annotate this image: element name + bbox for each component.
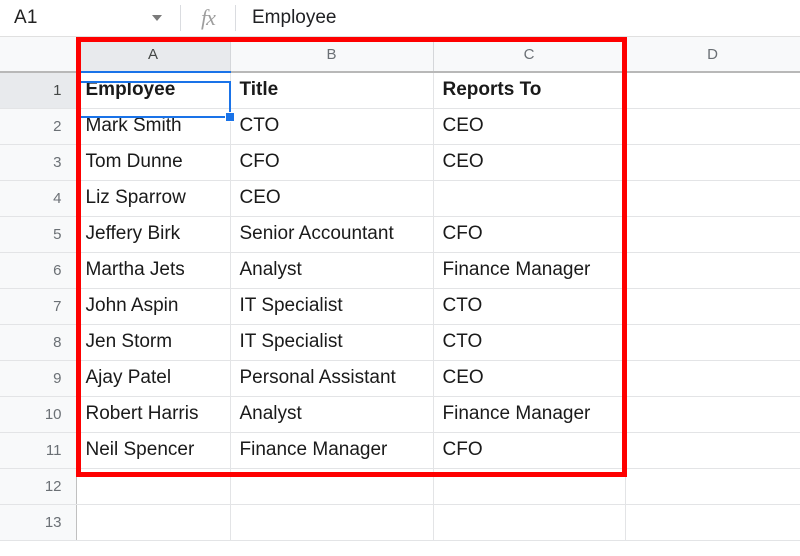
cell-b6[interactable]: Analyst	[230, 252, 434, 289]
cell-a11[interactable]: Neil Spencer	[76, 432, 231, 469]
cell-b4[interactable]: CEO	[230, 180, 434, 217]
cell-d7[interactable]	[625, 288, 800, 325]
grid-body: 1 Employee Title Reports To 2 Mark Smith…	[0, 72, 800, 541]
column-header-row: A B C D	[0, 37, 800, 73]
cell-c13[interactable]	[433, 504, 626, 541]
table-row: 11 Neil Spencer Finance Manager CFO	[0, 432, 800, 469]
spreadsheet-grid[interactable]: A B C D 1 Employee Title Reports To 2 Ma…	[0, 37, 800, 556]
chevron-down-icon[interactable]	[152, 15, 162, 21]
cell-c7[interactable]: CTO	[433, 288, 626, 325]
table-row: 1 Employee Title Reports To	[0, 72, 800, 109]
cell-c5[interactable]: CFO	[433, 216, 626, 253]
cell-a3[interactable]: Tom Dunne	[76, 144, 231, 181]
cell-b5[interactable]: Senior Accountant	[230, 216, 434, 253]
row-header-9[interactable]: 9	[0, 360, 77, 397]
fx-icon[interactable]: fx	[181, 0, 235, 37]
table-row: 4 Liz Sparrow CEO	[0, 180, 800, 217]
spreadsheet-app: A1 fx Employee A B C D 1 Employee Title …	[0, 0, 800, 556]
cell-b13[interactable]	[230, 504, 434, 541]
cell-a2[interactable]: Mark Smith	[76, 108, 231, 145]
cell-a9[interactable]: Ajay Patel	[76, 360, 231, 397]
cell-b1[interactable]: Title	[230, 72, 434, 109]
row-header-10[interactable]: 10	[0, 396, 77, 433]
table-row: 7 John Aspin IT Specialist CTO	[0, 288, 800, 325]
grid-table: A B C D 1 Employee Title Reports To 2 Ma…	[0, 37, 800, 541]
cell-c2[interactable]: CEO	[433, 108, 626, 145]
row-header-8[interactable]: 8	[0, 324, 77, 361]
cell-d1[interactable]	[625, 72, 800, 109]
table-row: 12	[0, 468, 800, 505]
cell-a1[interactable]: Employee	[76, 72, 231, 109]
row-header-6[interactable]: 6	[0, 252, 77, 289]
cell-a8[interactable]: Jen Storm	[76, 324, 231, 361]
cell-d4[interactable]	[625, 180, 800, 217]
table-row: 3 Tom Dunne CFO CEO	[0, 144, 800, 181]
cell-d12[interactable]	[625, 468, 800, 505]
cell-a5[interactable]: Jeffery Birk	[76, 216, 231, 253]
cell-b2[interactable]: CTO	[230, 108, 434, 145]
cell-a4[interactable]: Liz Sparrow	[76, 180, 231, 217]
row-header-1[interactable]: 1	[0, 72, 77, 109]
column-header-c[interactable]: C	[433, 37, 626, 73]
cell-c12[interactable]	[433, 468, 626, 505]
cell-b11[interactable]: Finance Manager	[230, 432, 434, 469]
row-header-12[interactable]: 12	[0, 468, 77, 505]
cell-b3[interactable]: CFO	[230, 144, 434, 181]
row-header-4[interactable]: 4	[0, 180, 77, 217]
cell-d9[interactable]	[625, 360, 800, 397]
table-row: 13	[0, 504, 800, 541]
column-header-b[interactable]: B	[230, 37, 434, 73]
cell-c6[interactable]: Finance Manager	[433, 252, 626, 289]
row-header-2[interactable]: 2	[0, 108, 77, 145]
cell-d11[interactable]	[625, 432, 800, 469]
cell-d10[interactable]	[625, 396, 800, 433]
row-header-5[interactable]: 5	[0, 216, 77, 253]
formula-bar: A1 fx Employee	[0, 0, 800, 37]
cell-c4[interactable]	[433, 180, 626, 217]
select-all-corner[interactable]	[0, 37, 77, 73]
cell-b7[interactable]: IT Specialist	[230, 288, 434, 325]
table-row: 8 Jen Storm IT Specialist CTO	[0, 324, 800, 361]
row-header-13[interactable]: 13	[0, 504, 77, 541]
table-row: 10 Robert Harris Analyst Finance Manager	[0, 396, 800, 433]
table-row: 5 Jeffery Birk Senior Accountant CFO	[0, 216, 800, 253]
column-header-d[interactable]: D	[625, 37, 800, 73]
cell-a10[interactable]: Robert Harris	[76, 396, 231, 433]
cell-c8[interactable]: CTO	[433, 324, 626, 361]
table-row: 2 Mark Smith CTO CEO	[0, 108, 800, 145]
cell-a7[interactable]: John Aspin	[76, 288, 231, 325]
cell-d8[interactable]	[625, 324, 800, 361]
row-header-3[interactable]: 3	[0, 144, 77, 181]
formula-input[interactable]: Employee	[236, 0, 800, 37]
name-box[interactable]: A1	[0, 0, 180, 37]
cell-c11[interactable]: CFO	[433, 432, 626, 469]
cell-b9[interactable]: Personal Assistant	[230, 360, 434, 397]
cell-d3[interactable]	[625, 144, 800, 181]
cell-a6[interactable]: Martha Jets	[76, 252, 231, 289]
cell-c1[interactable]: Reports To	[433, 72, 626, 109]
cell-d6[interactable]	[625, 252, 800, 289]
table-row: 6 Martha Jets Analyst Finance Manager	[0, 252, 800, 289]
cell-c3[interactable]: CEO	[433, 144, 626, 181]
cell-a13[interactable]	[76, 504, 231, 541]
cell-b8[interactable]: IT Specialist	[230, 324, 434, 361]
cell-a12[interactable]	[76, 468, 231, 505]
cell-c9[interactable]: CEO	[433, 360, 626, 397]
column-header-a[interactable]: A	[76, 37, 231, 73]
cell-d2[interactable]	[625, 108, 800, 145]
row-header-7[interactable]: 7	[0, 288, 77, 325]
table-row: 9 Ajay Patel Personal Assistant CEO	[0, 360, 800, 397]
cell-c10[interactable]: Finance Manager	[433, 396, 626, 433]
fx-icon-glyph: fx	[201, 5, 216, 30]
cell-d13[interactable]	[625, 504, 800, 541]
name-box-value: A1	[14, 7, 38, 28]
cell-b10[interactable]: Analyst	[230, 396, 434, 433]
cell-b12[interactable]	[230, 468, 434, 505]
cell-d5[interactable]	[625, 216, 800, 253]
row-header-11[interactable]: 11	[0, 432, 77, 469]
